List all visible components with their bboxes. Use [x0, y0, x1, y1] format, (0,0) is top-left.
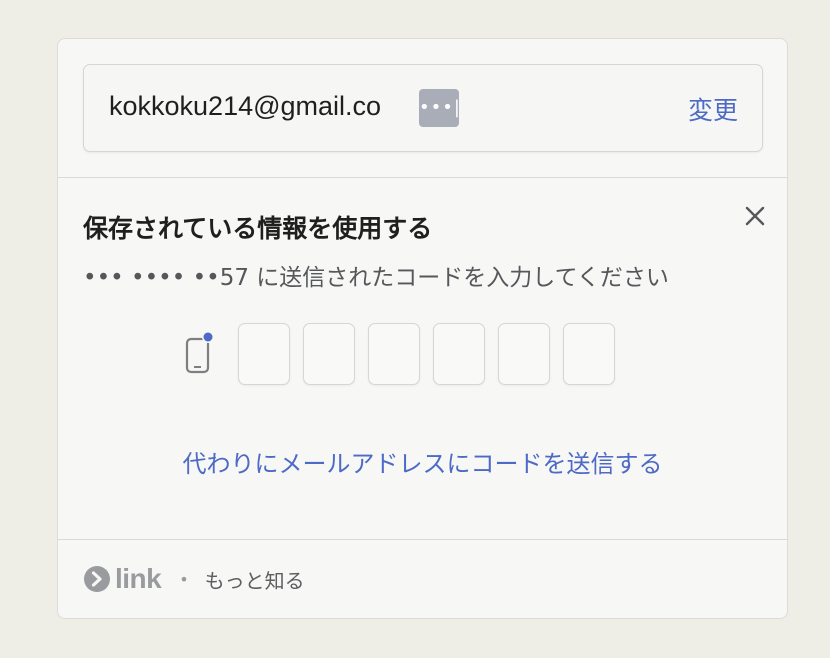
- link-brand: link: [115, 563, 162, 594]
- ellipsis-key-icon[interactable]: •••|: [419, 89, 460, 127]
- code-digit-input[interactable]: [563, 323, 615, 385]
- email-value: kokkoku214@gmail.co: [109, 91, 382, 121]
- link-logo: link: [83, 563, 162, 595]
- code-sent-description: ••• •••• ••57 に送信されたコードを入力してください: [83, 265, 669, 291]
- code-input-row: [238, 323, 615, 385]
- close-icon[interactable]: [740, 201, 770, 231]
- code-digit-input[interactable]: [368, 323, 420, 385]
- code-digit-input[interactable]: [303, 323, 355, 385]
- email-field[interactable]: kokkoku214@gmail.co •••| 変更: [83, 64, 763, 152]
- verification-card: kokkoku214@gmail.co •••| 変更 保存されている情報を使用…: [57, 38, 788, 619]
- section-title: 保存されている情報を使用する: [83, 214, 433, 243]
- phone-icon: [184, 331, 216, 375]
- change-email-button[interactable]: 変更: [688, 91, 738, 127]
- code-digit-input[interactable]: [238, 323, 290, 385]
- send-code-via-email-link[interactable]: 代わりにメールアドレスにコードを送信する: [58, 444, 787, 479]
- divider: [58, 539, 787, 540]
- link-chevron-icon: [84, 566, 110, 592]
- code-digit-input[interactable]: [433, 323, 485, 385]
- footer: link • もっと知る: [83, 563, 305, 595]
- code-digit-input[interactable]: [498, 323, 550, 385]
- separator: •: [179, 569, 189, 589]
- learn-more-link[interactable]: もっと知る: [205, 565, 305, 594]
- divider: [58, 177, 787, 178]
